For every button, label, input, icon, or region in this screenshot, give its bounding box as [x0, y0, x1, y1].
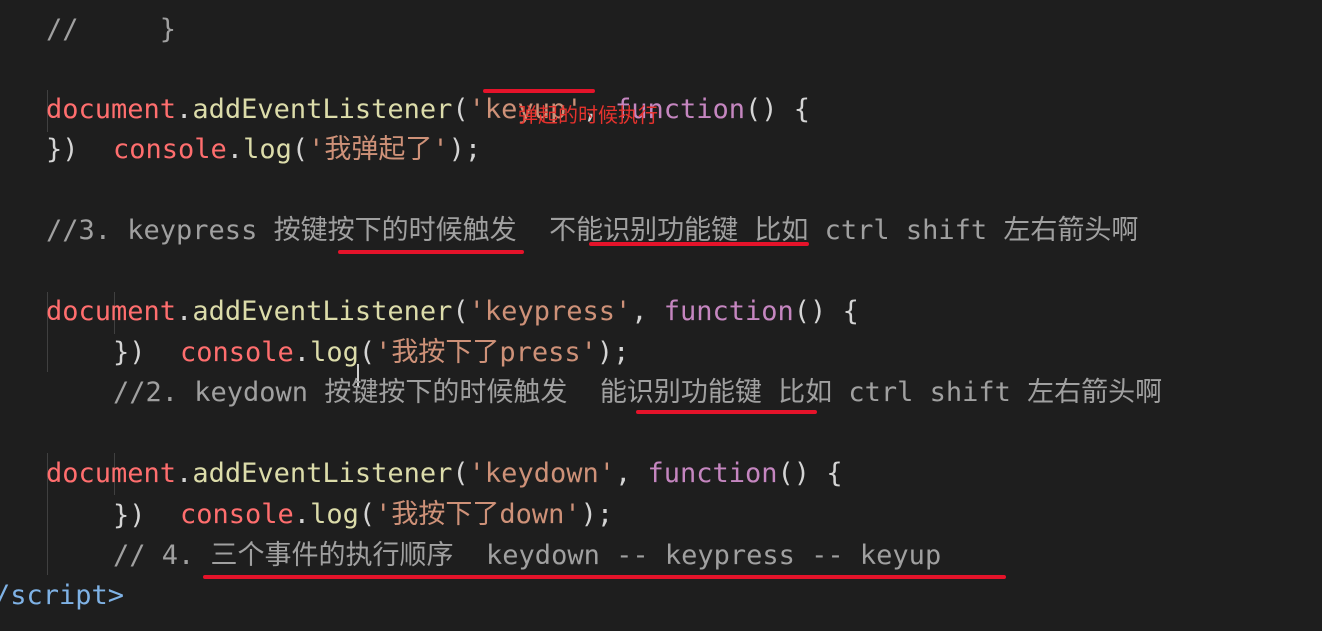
code-line-4: }) — [46, 134, 79, 165]
token-log: log — [310, 499, 359, 530]
code-line-2: document.addEventListener('keyup', funct… — [46, 50, 810, 125]
token-document: document — [46, 458, 177, 489]
token-function: function — [647, 458, 778, 489]
token-paren: ( — [358, 337, 376, 368]
token-string: '我按下了down' — [375, 499, 581, 530]
token-document: document — [46, 296, 177, 327]
token-log: log — [310, 337, 359, 368]
token-string: '我按下了press' — [375, 337, 597, 368]
code-line-12: console.log('我按下了down'); — [180, 455, 613, 530]
code-line-15: /script> — [0, 580, 125, 611]
token-string: '我弹起了' — [308, 134, 449, 165]
token-dot: . — [293, 337, 311, 368]
token-dot: . — [293, 499, 311, 530]
code-line-9: }) — [113, 337, 146, 368]
token-close: ); — [580, 499, 614, 530]
code-line-10: //2. keydown 按键按下的时候触发 能识别功能键 比如 ctrl sh… — [113, 377, 1163, 408]
annotation-note: 弹起的时候执行 — [518, 103, 658, 127]
token-brace: () { — [777, 458, 843, 489]
code-line-14: // 4. 三个事件的执行顺序 keydown -- keypress -- k… — [113, 540, 942, 571]
token-comma: , — [631, 296, 664, 327]
underline-keyup — [483, 89, 595, 93]
token-comma: , — [614, 458, 648, 489]
token-brace: () { — [793, 296, 859, 327]
token-brace: () { — [745, 94, 811, 125]
underline-cannot-recognize — [589, 242, 809, 246]
code-line-13: }) — [113, 500, 146, 531]
token-function: function — [663, 296, 794, 327]
token-close: ); — [596, 337, 630, 368]
token-close: ); — [448, 134, 482, 165]
token-paren: ( — [358, 499, 376, 530]
code-line-3: console.log('我弹起了'); — [113, 90, 481, 165]
underline-order — [203, 575, 1006, 579]
token-paren: ( — [291, 134, 309, 165]
token-log: log — [243, 134, 292, 165]
code-line-7: document.addEventListener('keypress', fu… — [46, 252, 859, 327]
token-console: console — [113, 134, 227, 165]
code-line-11: document.addEventListener('keydown', fun… — [46, 414, 843, 489]
token-console: console — [180, 337, 294, 368]
code-line-1: // } — [46, 14, 177, 45]
code-line-8: console.log('我按下了press'); — [180, 293, 629, 368]
token-dot: . — [226, 134, 244, 165]
token-console: console — [180, 499, 294, 530]
